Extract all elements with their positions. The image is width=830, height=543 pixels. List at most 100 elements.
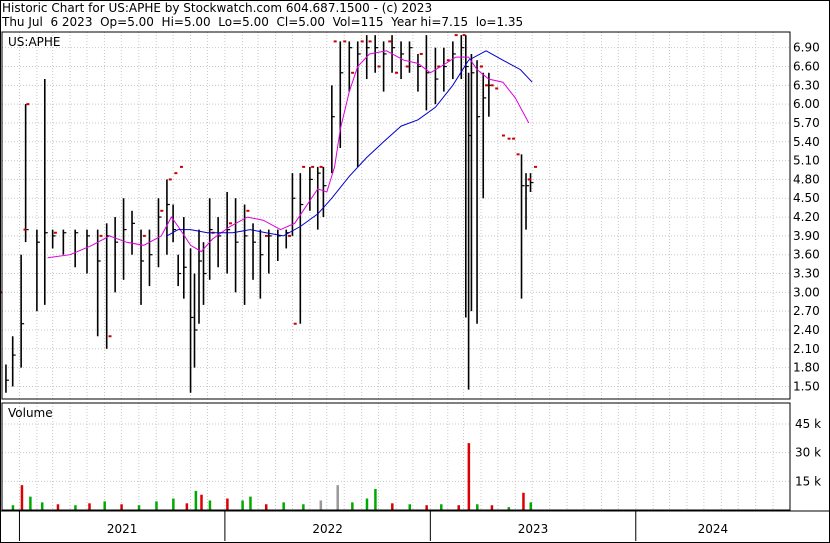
volume-y-tick: 15 k [795, 474, 821, 488]
price-y-tick: 3.90 [793, 229, 820, 243]
flat-day-tick [228, 222, 232, 225]
flat-day-tick [311, 165, 315, 168]
x-year-label: 2024 [698, 522, 729, 536]
price-y-tick: 1.80 [793, 361, 820, 375]
price-y-tick: 3.30 [793, 267, 820, 281]
volume-bar [457, 505, 460, 510]
volume-bar [408, 504, 412, 510]
price-grid [1, 32, 791, 399]
flat-day-tick [351, 71, 355, 74]
flat-day-tick [343, 40, 347, 43]
flat-day-tick [368, 40, 372, 43]
flat-day-tick [490, 84, 494, 87]
flat-day-tick [246, 209, 250, 212]
volume-bar [391, 503, 394, 510]
flat-day-tick [507, 137, 511, 140]
volume-bar [302, 504, 305, 510]
flat-day-tick [264, 234, 268, 237]
flat-day-tick [333, 40, 337, 43]
volume-bar [365, 498, 369, 510]
volume-bar [103, 501, 106, 510]
flat-day-tick [512, 137, 516, 140]
flat-day-tick [516, 153, 520, 156]
volume-bar [20, 485, 24, 510]
flat-day-tick [174, 172, 178, 175]
price-y-tick: 4.80 [793, 172, 820, 186]
volume-bar [425, 505, 428, 510]
panel-frames [0, 0, 830, 543]
price-y-tick: 6.00 [793, 97, 820, 111]
volume-bar [74, 505, 77, 510]
flat-day-tick [160, 209, 164, 212]
price-y-tick: 4.50 [793, 191, 820, 205]
flat-day-tick [293, 322, 297, 325]
axis-labels: 6.90 6.60 6.30 6.00 5.70 5.40 5.10 4.80 4.50 4.20… [8, 35, 821, 536]
volume-bar [336, 485, 339, 510]
price-y-tick: 5.40 [793, 135, 820, 149]
flat-day-tick [23, 228, 27, 231]
volume-bar [467, 443, 471, 510]
x-year-label: 2022 [312, 522, 343, 536]
volume-bar [194, 490, 198, 510]
flat-day-tick [360, 40, 364, 43]
volume-bar [249, 496, 252, 510]
volume-bar [529, 502, 533, 510]
volume-bar [172, 498, 175, 510]
volume-panel-title: Volume [8, 406, 53, 420]
volume-bar [282, 502, 285, 510]
flat-day-tick [527, 178, 531, 181]
price-y-tick: 6.30 [793, 78, 820, 92]
flat-day-tick [495, 87, 499, 90]
price-y-tick: 4.20 [793, 210, 820, 224]
price-y-tick: 5.70 [793, 116, 820, 130]
volume-grid [1, 403, 791, 510]
flat-day-tick [319, 165, 323, 168]
volume-bar [11, 505, 15, 510]
price-y-tick: 6.90 [793, 41, 820, 55]
flat-day-tick [179, 165, 183, 168]
flat-day-tick [485, 84, 489, 87]
flat-day-tick [534, 165, 538, 168]
volume-bar [522, 492, 525, 510]
volume-bar [264, 504, 268, 510]
flat-day-tick [168, 178, 172, 181]
flat-day-tick [26, 103, 30, 106]
volume-bar [200, 494, 203, 510]
volume-bar [476, 504, 479, 510]
volume-bar [351, 502, 354, 510]
price-y-tick: 3.60 [793, 248, 820, 262]
flat-day-tick [388, 40, 392, 43]
flat-day-tick [454, 34, 458, 37]
volume-bar [56, 504, 60, 510]
flat-day-tick [108, 335, 112, 338]
flat-day-tick [53, 231, 57, 234]
x-year-label: 2023 [518, 522, 549, 536]
volume-bar [88, 503, 91, 510]
volume-bar [440, 504, 443, 510]
flat-day-tick [479, 65, 483, 68]
volume-bar [226, 498, 229, 510]
price-panel-title: US:APHE [8, 35, 61, 49]
moving-average-short-line [47, 50, 530, 259]
volume-bar [490, 505, 494, 510]
flat-day-tick [377, 65, 381, 68]
chart-canvas: 6.90 6.60 6.30 6.00 5.70 5.40 5.10 4.80 4.50 4.20… [0, 0, 830, 543]
flat-day-tick [142, 234, 146, 237]
chart-root: Historic Chart for US:APHE by Stockwatch… [0, 0, 830, 543]
volume-bar [241, 500, 244, 510]
price-y-tick: 2.10 [793, 342, 820, 356]
x-year-label: 2021 [107, 522, 138, 536]
flat-day-tick [405, 65, 409, 68]
volume-bar [29, 496, 32, 510]
volume-bar [319, 500, 323, 510]
flat-day-tick [99, 234, 103, 237]
flat-day-tick [419, 52, 423, 55]
flat-day-tick [462, 34, 466, 37]
volume-bar [40, 502, 44, 510]
flat-day-tick [288, 234, 292, 237]
volume-bar [120, 504, 123, 510]
flat-day-tick [302, 165, 306, 168]
volume-bar [374, 488, 377, 510]
price-y-tick: 5.10 [793, 154, 820, 168]
price-y-tick: 6.60 [793, 60, 820, 74]
